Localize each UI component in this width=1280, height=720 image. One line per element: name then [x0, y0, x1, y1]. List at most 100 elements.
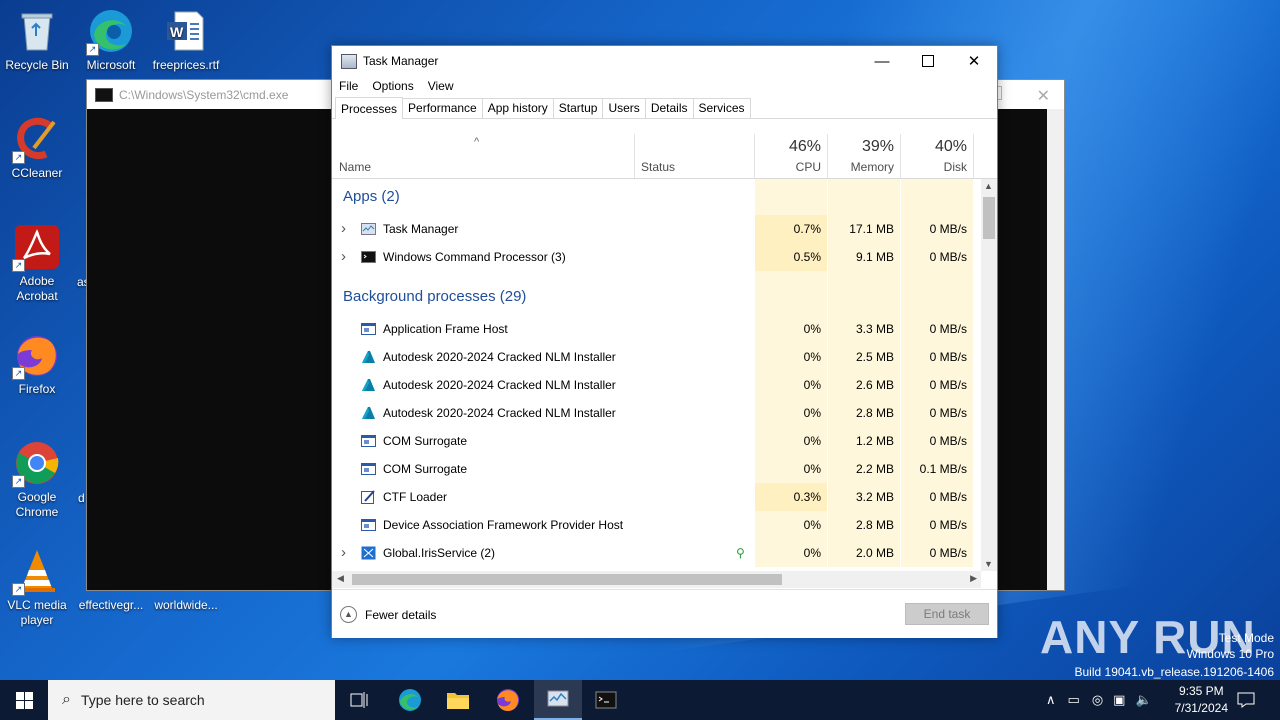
heat-cell: [901, 271, 973, 279]
process-row[interactable]: Application Frame Host 0% 3.3 MB 0 MB/s: [332, 315, 981, 343]
heat-cell: [755, 179, 827, 215]
process-row[interactable]: COM Surrogate 0% 2.2 MB 0.1 MB/s: [332, 455, 981, 483]
process-list-horizontal-scrollbar[interactable]: ◀ ▶: [332, 571, 981, 588]
taskbar-firefox[interactable]: [484, 680, 532, 720]
volume-icon[interactable]: 🔈: [1135, 692, 1151, 708]
notification-icon: [1237, 692, 1255, 708]
process-row[interactable]: › Task Manager 0.7% 17.1 MB 0 MB/s: [332, 215, 981, 243]
expand-chevron-icon[interactable]: ›: [341, 539, 346, 567]
tab-app-history[interactable]: App history: [481, 98, 554, 118]
tab-details[interactable]: Details: [644, 98, 694, 118]
process-row[interactable]: Autodesk 2020-2024 Cracked NLM Installer…: [332, 371, 981, 399]
process-row[interactable]: COM Surrogate 0% 1.2 MB 0 MB/s: [332, 427, 981, 455]
ctf-loader-icon: [361, 490, 376, 504]
maximize-button[interactable]: [905, 46, 951, 76]
scroll-down-icon[interactable]: ▼: [984, 559, 993, 569]
tab-users[interactable]: Users: [602, 98, 646, 118]
process-list-vertical-scrollbar[interactable]: ▲ ▼: [981, 179, 997, 571]
scroll-up-icon[interactable]: ▲: [984, 181, 993, 191]
end-task-button[interactable]: End task: [905, 603, 989, 625]
tab-services[interactable]: Services: [692, 98, 751, 118]
word-document-icon: W: [163, 8, 209, 54]
heat-cell: [755, 279, 827, 315]
column-header-cpu[interactable]: 46% CPU: [755, 134, 827, 178]
desktop-icon-edge[interactable]: ↗ Microsoft Edge: [73, 8, 149, 73]
task-view-button[interactable]: [336, 680, 384, 720]
process-cpu: 0.5%: [793, 250, 821, 264]
group-header: Background processes (29): [332, 279, 981, 315]
meet-now-icon[interactable]: ◎: [1092, 692, 1103, 708]
desktop-icon-chrome[interactable]: ↗ Google Chrome: [0, 440, 75, 520]
expand-chevron-icon[interactable]: ›: [341, 243, 346, 271]
tab-performance[interactable]: Performance: [402, 98, 483, 118]
tab-startup[interactable]: Startup: [552, 98, 604, 118]
process-memory: 9.1 MB: [855, 250, 894, 264]
notifications-button[interactable]: [1222, 680, 1270, 720]
taskbar-search[interactable]: ⌕ Type here to search: [48, 680, 335, 720]
icon-label: freeprices.rtf: [152, 58, 220, 72]
expand-chevron-icon[interactable]: ›: [341, 215, 346, 243]
process-row[interactable]: Autodesk 2020-2024 Cracked NLM Installer…: [332, 399, 981, 427]
desktop-icon-worldwide[interactable]: worldwide...: [148, 598, 224, 613]
taskbar-edge[interactable]: [386, 680, 434, 720]
column-header-memory[interactable]: 39% Memory: [828, 134, 900, 178]
scroll-right-icon[interactable]: ▶: [970, 573, 977, 584]
shortcut-arrow-icon: ↗: [86, 43, 99, 56]
menu-view[interactable]: View: [428, 79, 454, 93]
ccleaner-icon: ↗: [12, 116, 60, 164]
desktop-icon-ccleaner[interactable]: ↗ CCleaner: [0, 116, 75, 181]
process-row[interactable]: CTF Loader 0.3% 3.2 MB 0 MB/s: [332, 483, 981, 511]
process-row[interactable]: › Global.IrisService (2) ⚲ 0% 2.0 MB 0 MB/s: [332, 539, 981, 567]
build-text: Build 19041.vb_release.191206-1406: [1074, 665, 1275, 679]
column-header-status[interactable]: Status: [635, 134, 754, 178]
process-row[interactable]: Autodesk 2020-2024 Cracked NLM Installer…: [332, 343, 981, 371]
menu-file[interactable]: File: [339, 79, 358, 93]
taskbar-cmd[interactable]: [582, 680, 630, 720]
taskbar: ⌕ Type here to search ∧ ▭ ◎ ▣ 🔈 9:35 PM …: [0, 680, 1280, 720]
desktop-icon-adobe-acrobat[interactable]: ↗ Adobe Acrobat: [0, 224, 75, 304]
column-header-name[interactable]: ^ Name: [332, 134, 634, 178]
chevron-up-icon[interactable]: ∧: [1046, 692, 1056, 708]
menu-options[interactable]: Options: [372, 79, 413, 93]
desktop-icon-freeprices[interactable]: W freeprices.rtf: [148, 8, 224, 73]
process-memory: 17.1 MB: [849, 222, 894, 236]
process-list[interactable]: Apps (2) › Task Manager 0.7% 17.1 MB 0 MB/s › W…: [332, 179, 981, 571]
menu-bar: File Options View: [332, 76, 997, 96]
taskbar-task-manager[interactable]: [534, 680, 582, 720]
fewer-details-button[interactable]: ▲ Fewer details: [340, 606, 436, 623]
scroll-thumb[interactable]: [983, 197, 995, 239]
process-memory: 2.6 MB: [855, 378, 894, 392]
desktop-icon-vlc[interactable]: ↗ VLC media player: [0, 548, 75, 628]
icon-label: Google Chrome: [15, 490, 59, 519]
process-memory: 1.2 MB: [855, 434, 894, 448]
clock[interactable]: 9:35 PM 7/31/2024: [1175, 683, 1228, 717]
desktop-icon-firefox[interactable]: ↗ Firefox: [0, 332, 75, 397]
column-header-disk[interactable]: 40% Disk: [901, 134, 973, 178]
task-manager-window[interactable]: Task Manager — ✕ File Options View Proce…: [331, 45, 998, 638]
network-icon[interactable]: ▣: [1113, 692, 1125, 708]
process-disk: 0.1 MB/s: [919, 462, 967, 476]
battery-icon[interactable]: ▭: [1068, 692, 1080, 708]
process-memory: 2.5 MB: [855, 350, 894, 364]
heat-cell: [901, 279, 973, 315]
scroll-thumb[interactable]: [352, 574, 782, 585]
cmd-scrollbar[interactable]: [1047, 109, 1064, 590]
process-name: COM Surrogate: [383, 462, 468, 476]
close-icon[interactable]: ✕: [1037, 86, 1050, 106]
autodesk-icon: [361, 350, 376, 364]
process-row[interactable]: › Windows Command Processor (3) 0.5% 9.1 MB…: [332, 243, 981, 271]
process-disk: 0 MB/s: [929, 518, 967, 532]
process-row[interactable]: Device Association Framework Provider Ho…: [332, 511, 981, 539]
process-disk: 0 MB/s: [929, 322, 967, 336]
app-window-icon: [361, 322, 376, 336]
minimize-button[interactable]: —: [859, 46, 905, 76]
desktop-icon-recycle-bin[interactable]: Recycle Bin: [0, 8, 75, 73]
icon-label: CCleaner: [11, 166, 63, 180]
tab-processes[interactable]: Processes: [335, 97, 404, 119]
start-button[interactable]: [0, 680, 48, 720]
desktop-icon-effectivegr[interactable]: effectivegr...: [73, 598, 149, 613]
close-button[interactable]: ✕: [951, 46, 997, 76]
taskbar-file-explorer[interactable]: [434, 680, 482, 720]
scroll-left-icon[interactable]: ◀: [337, 573, 344, 584]
shortcut-arrow-icon: ↗: [12, 259, 25, 272]
